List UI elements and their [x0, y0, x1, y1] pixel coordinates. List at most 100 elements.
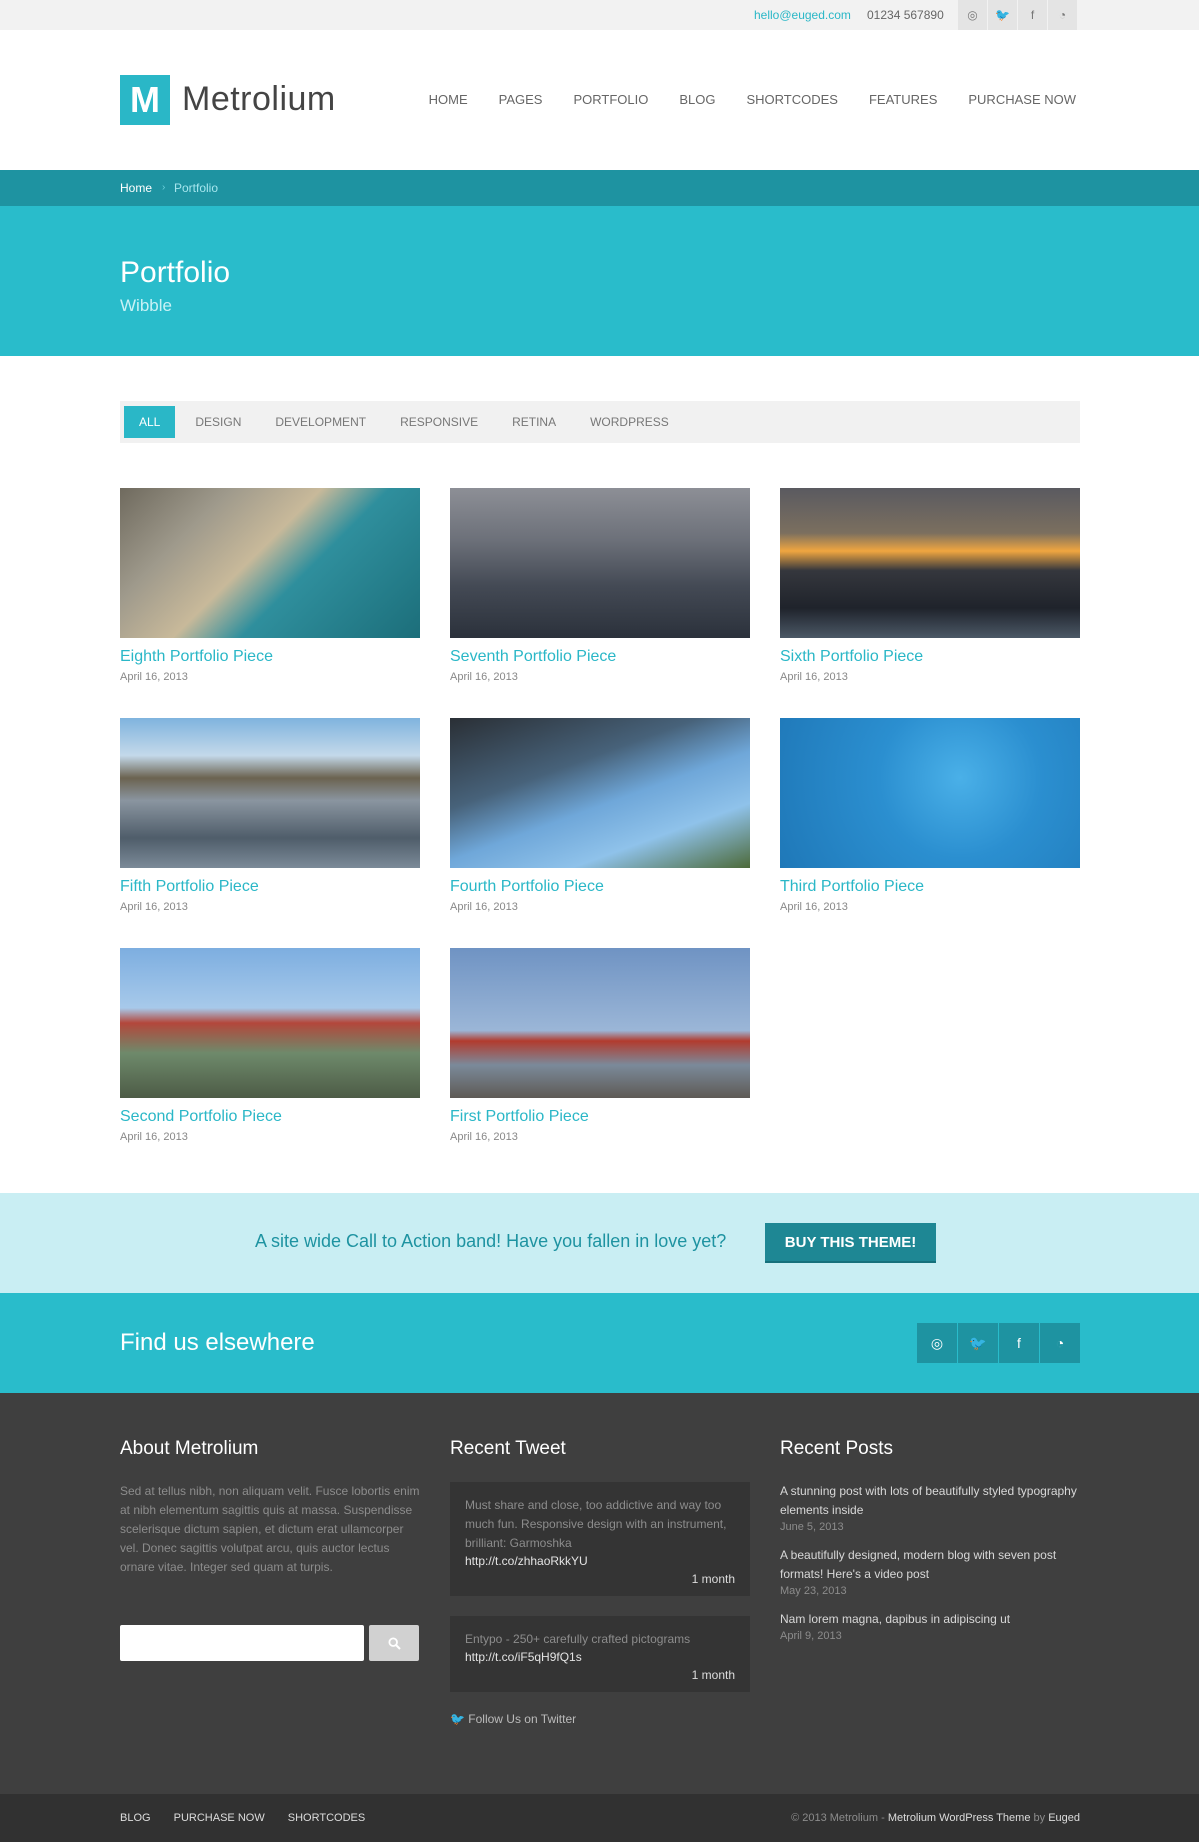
footer-link-purchase[interactable]: PURCHASE NOW	[174, 1812, 265, 1824]
nav-features[interactable]: FEATURES	[869, 92, 937, 107]
filter-all[interactable]: ALL	[124, 406, 176, 438]
portfolio-title[interactable]: Sixth Portfolio Piece	[780, 648, 1080, 666]
portfolio-title[interactable]: Third Portfolio Piece	[780, 878, 1080, 896]
footer-about-title: About Metrolium	[120, 1438, 259, 1459]
main-nav: HOME PAGES PORTFOLIO BLOG SHORTCODES FEA…	[398, 92, 1076, 107]
tweet-time: 1 month	[691, 1668, 735, 1682]
twitter-icon[interactable]: 🐦	[987, 0, 1017, 30]
nav-blog[interactable]: BLOG	[679, 92, 715, 107]
rss-icon[interactable]: ◔	[1040, 1323, 1080, 1363]
filter-wordpress[interactable]: WORDPRESS	[573, 406, 686, 438]
portfolio-thumbnail[interactable]	[450, 948, 750, 1098]
tweet-item: Entypo - 250+ carefully crafted pictogra…	[450, 1616, 750, 1692]
portfolio-date: April 16, 2013	[450, 1131, 518, 1143]
footer-about-text: Sed at tellus nibh, non aliquam velit. F…	[120, 1484, 420, 1574]
facebook-icon[interactable]: f	[1017, 0, 1047, 30]
recent-post-title[interactable]: A beautifully designed, modern blog with…	[780, 1546, 1080, 1584]
filter-retina[interactable]: RETINA	[495, 406, 573, 438]
logo-text[interactable]: Metrolium	[182, 80, 336, 119]
portfolio-item: Seventh Portfolio Piece April 16, 2013	[450, 488, 750, 683]
copyright-prefix: © 2013 Metrolium -	[791, 1812, 888, 1824]
contact-phone: 01234 567890	[867, 8, 944, 22]
dribbble-icon[interactable]: ◎	[917, 1323, 957, 1363]
rss-icon[interactable]: ◔	[1047, 0, 1077, 30]
recent-post-date: April 9, 2013	[780, 1630, 842, 1642]
portfolio-thumbnail[interactable]	[450, 718, 750, 868]
recent-post-date: June 5, 2013	[780, 1521, 844, 1533]
portfolio-title[interactable]: Eighth Portfolio Piece	[120, 648, 420, 666]
cta-text: A site wide Call to Action band! Have yo…	[255, 1231, 727, 1251]
portfolio-item: Fifth Portfolio Piece April 16, 2013	[120, 718, 420, 913]
footer-search	[120, 1625, 419, 1661]
nav-home[interactable]: HOME	[429, 92, 468, 107]
copyright-author-link[interactable]: Euged	[1048, 1812, 1080, 1824]
nav-pages[interactable]: PAGES	[499, 92, 543, 107]
footer-nav: BLOG PURCHASE NOW SHORTCODES	[120, 1794, 385, 1842]
find-us-title: Find us elsewhere	[120, 1329, 315, 1356]
tweet-text: Entypo - 250+ carefully crafted pictogra…	[465, 1632, 691, 1646]
search-input[interactable]	[120, 1625, 364, 1661]
bottom-bar: BLOG PURCHASE NOW SHORTCODES © 2013 Metr…	[0, 1794, 1199, 1842]
portfolio-thumbnail[interactable]	[120, 718, 420, 868]
portfolio-thumbnail[interactable]	[780, 718, 1080, 868]
portfolio-date: April 16, 2013	[780, 671, 848, 683]
footer-link-shortcodes[interactable]: SHORTCODES	[288, 1812, 365, 1824]
portfolio-title[interactable]: Fourth Portfolio Piece	[450, 878, 750, 896]
facebook-icon[interactable]: f	[999, 1323, 1039, 1363]
portfolio-title[interactable]: First Portfolio Piece	[450, 1108, 750, 1126]
portfolio-filter-bar: ALL DESIGN DEVELOPMENT RESPONSIVE RETINA…	[120, 401, 1080, 443]
nav-purchase-now[interactable]: PURCHASE NOW	[968, 92, 1076, 107]
filter-development[interactable]: DEVELOPMENT	[258, 406, 383, 438]
portfolio-thumbnail[interactable]	[120, 488, 420, 638]
footer: About Metrolium Sed at tellus nibh, non …	[0, 1393, 1199, 1794]
recent-post: Nam lorem magna, dapibus in adipiscing u…	[780, 1610, 1080, 1642]
filter-design[interactable]: DESIGN	[178, 406, 258, 438]
portfolio-item: Fourth Portfolio Piece April 16, 2013	[450, 718, 750, 913]
portfolio-thumbnail[interactable]	[120, 948, 420, 1098]
portfolio-item: Third Portfolio Piece April 16, 2013	[780, 718, 1080, 913]
filter-responsive[interactable]: RESPONSIVE	[383, 406, 495, 438]
call-to-action-band: A site wide Call to Action band! Have yo…	[0, 1193, 1199, 1293]
page-title-band: Portfolio Wibble	[0, 206, 1199, 356]
portfolio-item: Second Portfolio Piece April 16, 2013	[120, 948, 420, 1143]
footer-tweets-title: Recent Tweet	[450, 1438, 566, 1459]
tweet-time: 1 month	[691, 1572, 735, 1586]
site-header: M Metrolium HOME PAGES PORTFOLIO BLOG SH…	[0, 30, 1199, 170]
logo-icon[interactable]: M	[120, 75, 170, 125]
contact-email-link[interactable]: hello@euged.com	[754, 0, 851, 30]
follow-twitter-link[interactable]: 🐦 Follow Us on Twitter	[450, 1712, 750, 1726]
portfolio-thumbnail[interactable]	[450, 488, 750, 638]
portfolio-item: First Portfolio Piece April 16, 2013	[450, 948, 750, 1143]
footer-link-blog[interactable]: BLOG	[120, 1812, 151, 1824]
portfolio-item: Sixth Portfolio Piece April 16, 2013	[780, 488, 1080, 683]
portfolio-thumbnail[interactable]	[780, 488, 1080, 638]
tweet-item: Must share and close, too addictive and …	[450, 1482, 750, 1596]
footer-about: About Metrolium Sed at tellus nibh, non …	[120, 1438, 420, 1577]
dribbble-icon[interactable]: ◎	[957, 0, 987, 30]
portfolio-date: April 16, 2013	[120, 1131, 188, 1143]
search-button[interactable]	[369, 1625, 419, 1661]
nav-portfolio[interactable]: PORTFOLIO	[573, 92, 648, 107]
breadcrumb-home[interactable]: Home	[120, 170, 152, 206]
recent-post-title[interactable]: A stunning post with lots of beautifully…	[780, 1482, 1080, 1520]
tweet-link[interactable]: http://t.co/zhhaoRkkYU	[465, 1554, 735, 1568]
breadcrumb-current: Portfolio	[174, 181, 219, 195]
copyright: © 2013 Metrolium - Metrolium WordPress T…	[791, 1794, 1080, 1842]
nav-shortcodes[interactable]: SHORTCODES	[746, 92, 838, 107]
twitter-icon[interactable]: 🐦	[958, 1323, 998, 1363]
top-social-icons: ◎ 🐦 f ◔	[957, 0, 1077, 30]
copyright-theme-link[interactable]: Metrolium WordPress Theme	[888, 1812, 1031, 1824]
footer-recent-posts: Recent Posts A stunning post with lots o…	[780, 1438, 1080, 1655]
buy-theme-button[interactable]: BUY THIS THEME!	[765, 1223, 936, 1263]
twitter-icon: 🐦	[450, 1712, 465, 1726]
recent-post-title[interactable]: Nam lorem magna, dapibus in adipiscing u…	[780, 1610, 1080, 1629]
social-icons: ◎ 🐦 f ◔	[917, 1323, 1080, 1363]
portfolio-title[interactable]: Seventh Portfolio Piece	[450, 648, 750, 666]
follow-twitter-label: Follow Us on Twitter	[468, 1712, 577, 1726]
portfolio-date: April 16, 2013	[780, 901, 848, 913]
footer-tweets: Recent Tweet Must share and close, too a…	[450, 1438, 750, 1726]
tweet-link[interactable]: http://t.co/iF5qH9fQ1s	[465, 1650, 735, 1664]
portfolio-title[interactable]: Fifth Portfolio Piece	[120, 878, 420, 896]
portfolio-title[interactable]: Second Portfolio Piece	[120, 1108, 420, 1126]
search-icon	[387, 1636, 401, 1650]
